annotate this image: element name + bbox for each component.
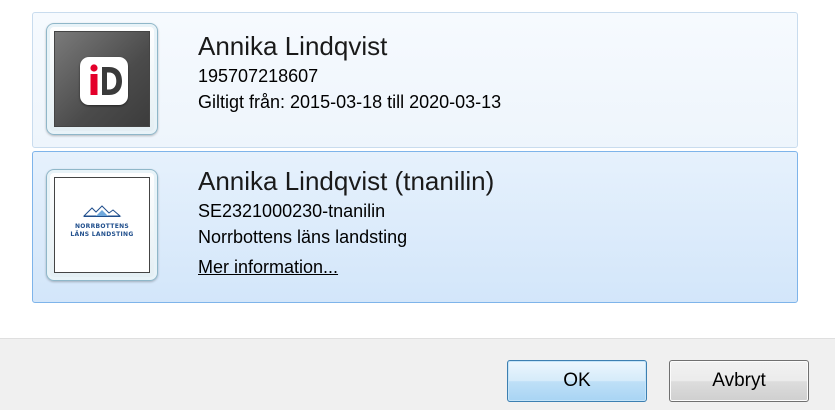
certificate-item-bankid[interactable]: Annika Lindqvist 195707218607 Giltigt fr… (32, 12, 798, 148)
cancel-button[interactable]: Avbryt (669, 360, 809, 402)
norrbottens-lans-landsting-logo: NORRBOTTENS LÄNS LANDSTING (46, 169, 158, 281)
more-information-link[interactable]: Mer information... (198, 254, 338, 280)
certificate-details: Annika Lindqvist 195707218607 Giltigt fr… (198, 29, 501, 115)
personal-number: 195707218607 (198, 66, 319, 86)
organization-logo: NORRBOTTENS LÄNS LANDSTING (55, 204, 149, 239)
dialog-footer: OK Avbryt (0, 338, 835, 410)
validity-period: Giltigt från: 2015-03-18 till 2020-03-13 (198, 92, 502, 112)
ok-button[interactable]: OK (507, 360, 647, 402)
certificate-item-organization[interactable]: NORRBOTTENS LÄNS LANDSTING Annika Lindqv… (32, 151, 798, 303)
bankid-icon-background (54, 31, 150, 127)
certificate-name: Annika Lindqvist (tnanilin) (198, 166, 495, 196)
bankid-icon (46, 23, 158, 135)
logo-text-line-2: LÄNS LANDSTING (70, 231, 134, 238)
organization-name: Norrbottens läns landsting (198, 227, 408, 247)
organization-logo-background: NORRBOTTENS LÄNS LANDSTING (54, 177, 150, 273)
certificate-list: Annika Lindqvist 195707218607 Giltigt fr… (32, 12, 798, 303)
logo-text-line-1: NORRBOTTENS (74, 223, 130, 230)
mountain-icon (82, 205, 122, 217)
certificate-name: Annika Lindqvist (198, 31, 388, 61)
hsa-id: SE2321000230-tnanilin (198, 201, 386, 221)
certificate-details: Annika Lindqvist (tnanilin) SE2321000230… (198, 164, 494, 280)
bankid-logo (80, 57, 128, 105)
